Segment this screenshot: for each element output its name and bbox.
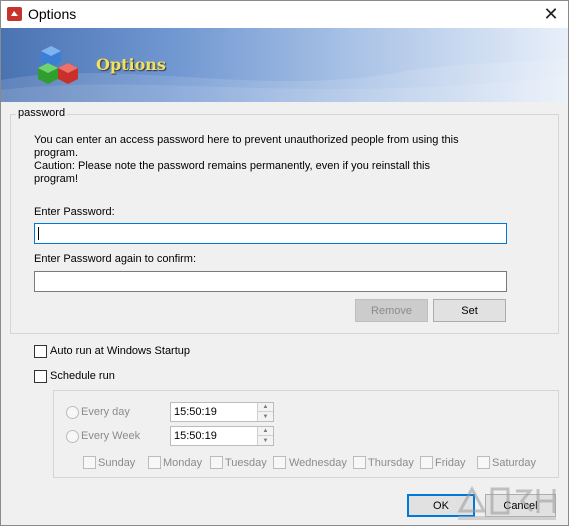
day-label-tuesday[interactable]: Tuesday: [225, 457, 267, 469]
banner-title: Options: [96, 55, 166, 74]
remove-button[interactable]: Remove: [355, 299, 428, 322]
set-button[interactable]: Set: [433, 299, 506, 322]
confirm-password-label: Enter Password again to confirm:: [34, 253, 197, 265]
day-label-monday[interactable]: Monday: [163, 457, 202, 469]
every-day-radio[interactable]: [66, 406, 79, 419]
every-week-time-value: 15:50:19: [174, 430, 217, 442]
schedule-run-checkbox[interactable]: [34, 370, 47, 383]
day-label-sunday[interactable]: Sunday: [98, 457, 135, 469]
options-dialog: Options ✕ Options password You can enter: [0, 0, 569, 526]
day-label-friday[interactable]: Friday: [435, 457, 466, 469]
title-bar[interactable]: Options ✕: [1, 1, 568, 28]
every-day-time-value: 15:50:19: [174, 406, 217, 418]
password-info-line-2: program.: [34, 147, 79, 159]
color-cubes-icon: [38, 46, 78, 84]
watermark-graphic: [457, 485, 556, 520]
password-caution-line-2: program!: [34, 173, 79, 185]
day-checkbox-monday[interactable]: [148, 456, 161, 469]
spin-down-icon[interactable]: ▼: [258, 412, 273, 421]
day-checkbox-wednesday[interactable]: [273, 456, 286, 469]
day-label-wednesday[interactable]: Wednesday: [289, 457, 347, 469]
confirm-password-field[interactable]: [34, 271, 507, 292]
password-info-line-1: You can enter an access password here to…: [34, 134, 459, 146]
enter-password-field[interactable]: [34, 223, 507, 244]
close-button[interactable]: ✕: [534, 1, 568, 28]
window-title: Options: [28, 6, 77, 22]
spin-down-icon[interactable]: ▼: [258, 436, 273, 445]
day-checkbox-thursday[interactable]: [353, 456, 366, 469]
every-week-radio[interactable]: [66, 430, 79, 443]
day-label-saturday[interactable]: Saturday: [492, 457, 536, 469]
every-day-time-spinner[interactable]: 15:50:19 ▲ ▼: [170, 402, 274, 422]
day-label-thursday[interactable]: Thursday: [368, 457, 414, 469]
every-day-label[interactable]: Every day: [81, 406, 130, 418]
day-checkbox-tuesday[interactable]: [210, 456, 223, 469]
schedule-run-label[interactable]: Schedule run: [50, 370, 115, 382]
every-week-spin-buttons: ▲ ▼: [257, 427, 273, 445]
every-week-label[interactable]: Every Week: [81, 430, 140, 442]
spin-up-icon[interactable]: ▲: [258, 403, 273, 412]
password-caution-line-1: Caution: Please note the password remain…: [34, 160, 431, 172]
spin-up-icon[interactable]: ▲: [258, 427, 273, 436]
app-icon: [7, 7, 22, 21]
autorun-label[interactable]: Auto run at Windows Startup: [50, 345, 190, 357]
every-week-time-spinner[interactable]: 15:50:19 ▲ ▼: [170, 426, 274, 446]
banner-wave-graphic: [1, 58, 568, 102]
password-group-legend: password: [16, 107, 68, 119]
day-checkbox-saturday[interactable]: [477, 456, 490, 469]
header-banner: Options: [1, 28, 568, 102]
every-day-spin-buttons: ▲ ▼: [257, 403, 273, 421]
text-caret: [38, 227, 39, 240]
day-checkbox-friday[interactable]: [420, 456, 433, 469]
day-checkbox-sunday[interactable]: [83, 456, 96, 469]
autorun-checkbox[interactable]: [34, 345, 47, 358]
enter-password-label: Enter Password:: [34, 206, 115, 218]
